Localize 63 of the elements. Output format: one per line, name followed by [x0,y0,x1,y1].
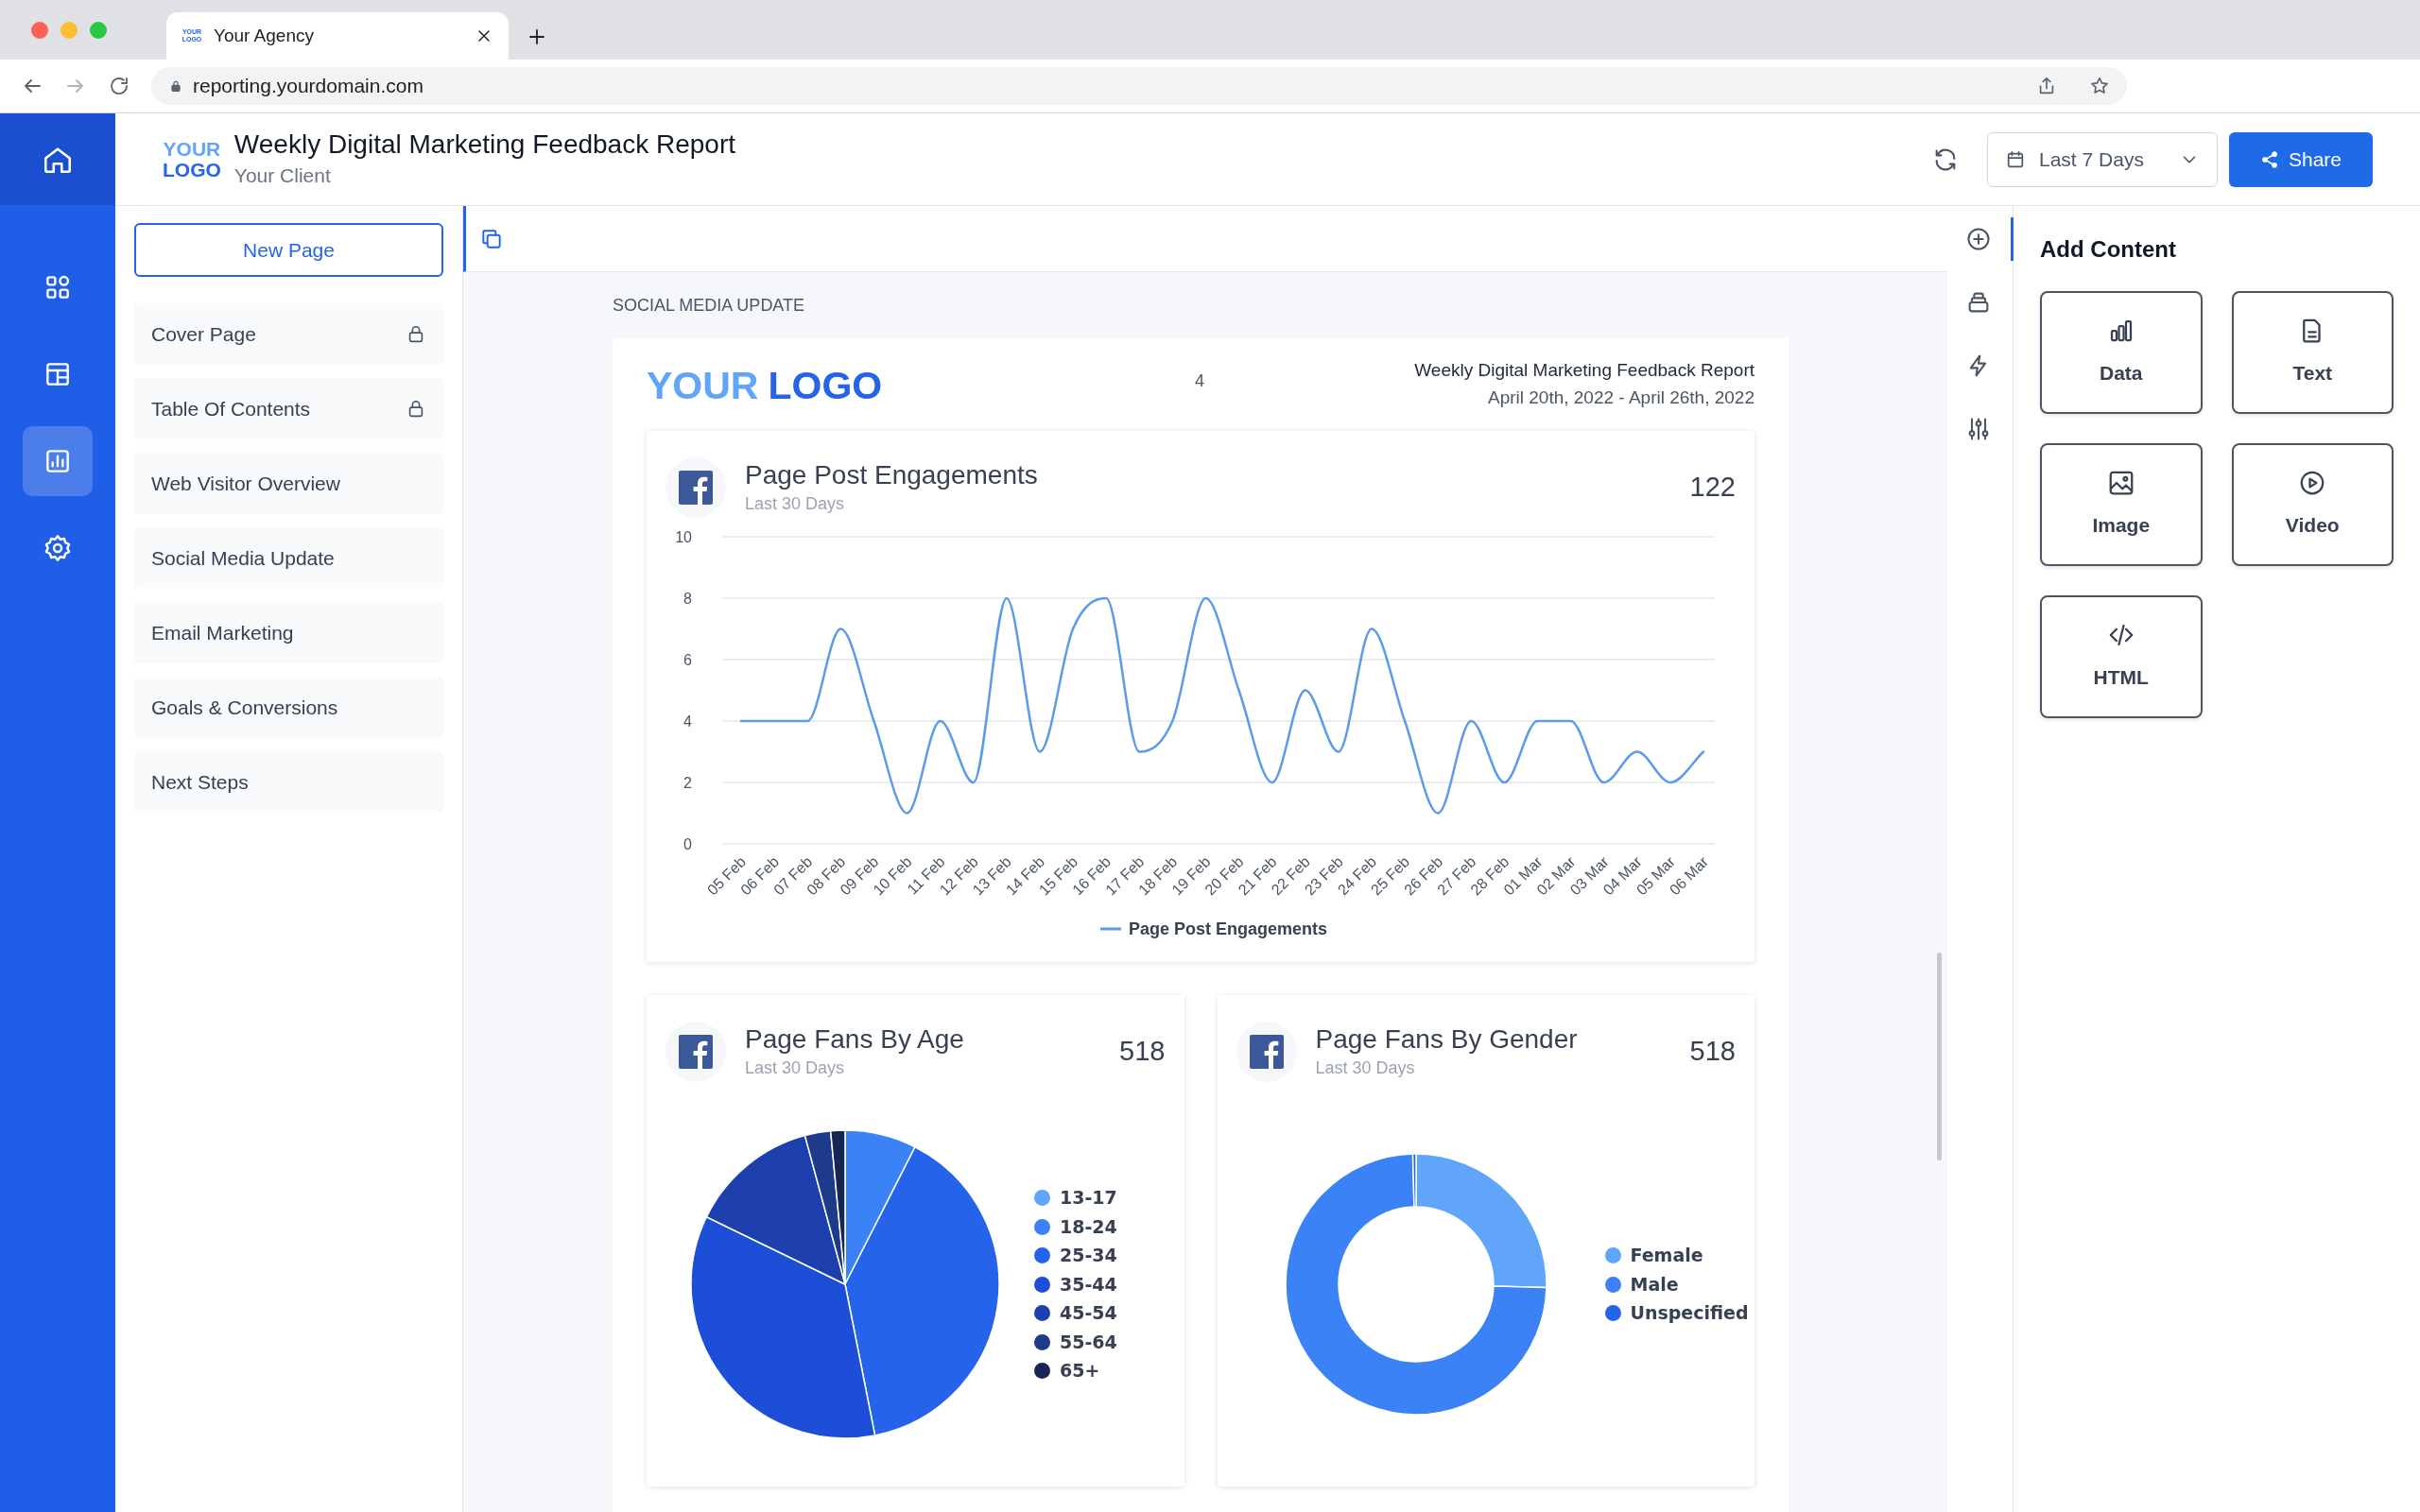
legend-label: 13-17 [1060,1186,1117,1211]
widget-value: 518 [1689,1035,1736,1069]
add-content-tile[interactable]: HTML [2040,595,2203,718]
legend-label: Male [1630,1272,1679,1297]
add-content-tile[interactable]: Data [2040,291,2203,414]
new-page-button[interactable]: New Page [134,223,443,277]
add-content-tile[interactable]: Video [2231,443,2394,566]
date-range: April 20th, 2022 - April 26th, 2022 [1487,386,1754,409]
report-title: Weekly Digital Marketing Feedback Report [233,128,736,161]
legend-item[interactable]: Page Post Engagements [1100,919,1328,938]
lock-icon [168,78,183,94]
widget-title: Page Fans By Age [745,1022,965,1056]
legend-label: 35-44 [1060,1272,1117,1297]
page-list-item[interactable]: Web Visitor Overview [134,453,443,514]
add-content-tile[interactable]: Image [2040,443,2203,566]
share-icon [2259,149,2279,169]
page-list-item[interactable]: Table Of Contents [134,378,443,439]
legend-label: 45-54 [1060,1301,1117,1326]
axis-tick-label: 4 [683,713,692,730]
legend-label: 65+ [1060,1359,1100,1383]
nav-button[interactable] [23,426,93,496]
scrollbar-thumb[interactable] [1937,953,1942,1160]
widget-title: Page Post Engagements [745,458,1039,491]
client-name: Your Client [233,163,332,188]
page-list-item[interactable]: Next Steps [134,751,443,813]
section-label: SOCIAL MEDIA UPDATE [613,294,806,317]
widget-subtitle: Last 30 Days [1315,1057,1416,1079]
settings-icon [43,533,73,563]
page-list-item[interactable]: Social Media Update [134,527,443,589]
reload-icon[interactable] [108,75,130,97]
axis-tick-label: 2 [683,775,692,791]
legend-label: Unspecified [1630,1301,1749,1326]
logo-text: YOUR [647,363,759,409]
calendar-icon [2005,148,2026,170]
add-icon [1965,226,1992,252]
add-content-tile[interactable]: Text [2231,291,2394,414]
tab-title: Your Agency [214,24,315,47]
date-range-dropdown[interactable]: Last 7 Days [1987,131,2218,187]
share-button[interactable]: Share [2229,131,2373,187]
legend-label: 55-64 [1060,1330,1117,1354]
page-list-item[interactable]: Cover Page [134,303,443,365]
logo-text: YOUR [163,138,221,160]
axis-tick-label: 8 [683,591,692,607]
logo-text: LOGO [163,159,221,180]
widget-subtitle: Last 30 Days [745,492,846,515]
logo-text: LOGO [768,363,883,409]
widget-value: 122 [1689,471,1736,505]
page-list-item[interactable]: Email Marketing [134,602,443,663]
axis-tick-label: 6 [683,652,692,668]
legend-label: 18-24 [1060,1214,1117,1239]
axis-tick-label: 0 [683,836,692,852]
widget-subtitle: Last 30 Days [745,1057,846,1079]
page-list-item[interactable]: Goals & Conversions [134,677,443,738]
widget-title: Page Fans By Gender [1315,1022,1579,1056]
legend-label: Female [1630,1244,1703,1268]
legend-label: 25-34 [1060,1244,1117,1268]
panel-title: Add Content [2040,235,2177,264]
axis-tick-label: 10 [675,529,692,545]
page-number: 4 [1195,370,1204,392]
bookmark-star-icon[interactable] [2089,76,2110,96]
report-title: Weekly Digital Marketing Feedback Report [1414,359,1754,382]
address-bar[interactable]: reporting.yourdomain.com [151,67,2127,105]
widget-value: 518 [1119,1035,1166,1069]
